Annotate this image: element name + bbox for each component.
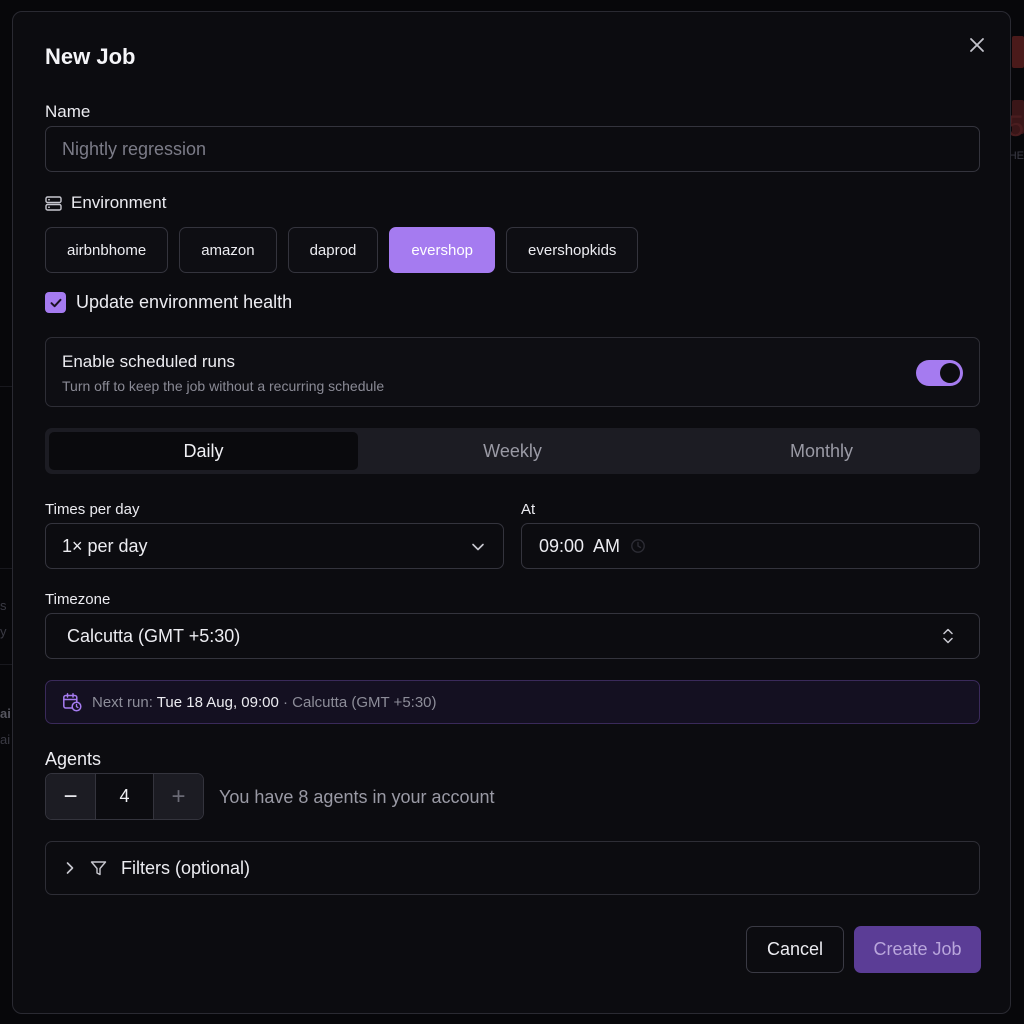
background-text: HE (1008, 150, 1024, 162)
update-health-checkbox[interactable] (45, 292, 66, 313)
clock-icon[interactable] (630, 538, 646, 554)
background-text: ai (0, 706, 11, 721)
background-badge (1012, 36, 1024, 68)
tab-daily[interactable]: Daily (49, 432, 358, 470)
times-per-day-label: Times per day (45, 501, 140, 518)
environment-options: airbnbhome amazon daprod evershop eversh… (45, 227, 639, 273)
background-divider (0, 386, 12, 387)
time-value: 09:00 AM (539, 535, 621, 556)
cancel-button[interactable]: Cancel (746, 926, 844, 973)
next-run-prefix: Next run: (92, 693, 153, 711)
scheduled-runs-card: Enable scheduled runs Turn off to keep t… (45, 337, 980, 407)
update-health-row: Update environment health (45, 292, 292, 313)
next-run-timezone: · Calcutta (GMT +5:30) (282, 693, 437, 711)
scheduled-runs-subtitle: Turn off to keep the job without a recur… (62, 378, 385, 394)
timezone-select[interactable]: Calcutta (GMT +5:30) (45, 613, 980, 659)
frequency-tabs: Daily Weekly Monthly (45, 428, 980, 474)
environment-chip-amazon[interactable]: amazon (179, 227, 277, 273)
times-per-day-select[interactable]: 1× per day (45, 523, 504, 569)
dialog-title: New Job (45, 44, 136, 69)
background-text: y (0, 624, 7, 639)
chevron-up-down-icon (943, 628, 953, 644)
at-label: At (521, 501, 536, 518)
timezone-label: Timezone (45, 591, 111, 608)
next-run-value: Tue 18 Aug, 09:00 (156, 693, 279, 711)
scheduled-runs-toggle[interactable] (916, 360, 963, 386)
background-divider (0, 664, 12, 665)
environment-label-text: Environment (71, 193, 167, 212)
environment-chip-evershop[interactable]: evershop (389, 227, 496, 273)
agents-note: You have 8 agents in your account (219, 787, 495, 807)
name-label: Name (45, 102, 91, 121)
name-input[interactable] (45, 126, 980, 172)
server-icon (45, 195, 62, 211)
agents-stepper: − 4 + (45, 773, 204, 820)
filters-section[interactable]: Filters (optional) (45, 841, 980, 895)
next-run-text: Next run: Tue 18 Aug, 09:00 · Calcutta (… (92, 694, 437, 711)
background-divider (0, 568, 12, 569)
background-text: s (0, 598, 7, 613)
calendar-clock-icon (63, 693, 82, 712)
environment-chip-daprod[interactable]: daprod (287, 227, 379, 273)
background-text: ai (0, 732, 11, 747)
chevron-right-icon (66, 862, 74, 874)
environment-label: Environment (45, 193, 166, 213)
tab-weekly[interactable]: Weekly (358, 432, 667, 470)
scheduled-runs-title: Enable scheduled runs (62, 352, 235, 371)
timezone-value: Calcutta (GMT +5:30) (67, 625, 241, 646)
agents-increment-button[interactable]: + (154, 774, 203, 819)
filters-label: Filters (optional) (121, 857, 251, 878)
time-input[interactable]: 09:00 AM (521, 523, 980, 569)
create-job-button[interactable]: Create Job (854, 926, 981, 973)
agents-decrement-button[interactable]: − (46, 774, 95, 819)
update-health-label: Update environment health (76, 292, 293, 312)
environment-chip-evershopkids[interactable]: evershopkids (506, 227, 639, 273)
agents-count[interactable]: 4 (95, 774, 154, 819)
close-icon (970, 38, 984, 52)
agents-label: Agents (45, 749, 102, 769)
close-button[interactable] (964, 32, 990, 58)
new-job-dialog: New Job Name Environment airbnbhome amaz… (12, 11, 1011, 1014)
times-per-day-value: 1× per day (62, 535, 148, 556)
environment-chip-airbnbhome[interactable]: airbnbhome (45, 227, 169, 273)
toggle-knob (940, 363, 960, 383)
chevron-down-icon (472, 543, 484, 551)
tab-monthly[interactable]: Monthly (667, 432, 976, 470)
next-run-banner: Next run: Tue 18 Aug, 09:00 · Calcutta (… (45, 680, 980, 724)
filter-icon (90, 860, 107, 875)
check-icon (50, 298, 61, 307)
